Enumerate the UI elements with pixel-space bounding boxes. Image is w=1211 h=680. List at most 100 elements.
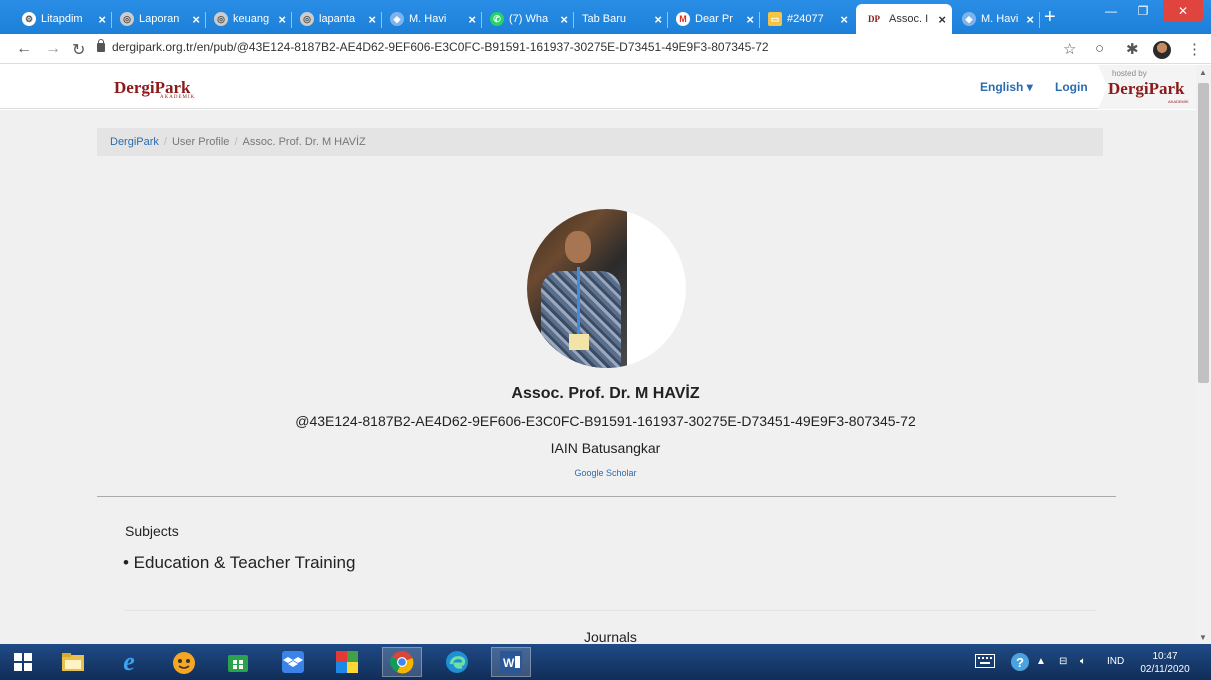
close-tab-icon[interactable]: × [560,12,568,27]
tab-title: lapanta [319,13,356,25]
hosted-logo-subtext: AKADEMİK [1168,99,1189,104]
chrome-icon[interactable] [382,647,422,677]
svg-text:?: ? [1016,655,1024,670]
system-clock[interactable]: 10:47 02/11/2020 [1136,650,1194,676]
login-link[interactable]: Login [1055,80,1088,94]
page-scrollbar[interactable]: ▲ ▼ [1196,65,1211,644]
divider [125,610,1097,611]
forward-arrow-icon[interactable]: → [45,40,61,58]
windows-taskbar: e W ? ▲ ⊟ 🔈︎ IND 10:47 02/11/2020 [0,644,1211,680]
help-icon[interactable]: ? [1010,652,1030,675]
profile-name: Assoc. Prof. Dr. M HAVİZ [511,385,700,402]
browser-tab[interactable]: ✆ (7) Wha × [482,4,574,34]
close-tab-icon[interactable]: × [192,12,200,27]
hosted-by-text: hosted by [1112,69,1147,78]
browser-tab-active[interactable]: DP Assoc. I × [856,4,952,34]
gear-icon: ⚙ [22,12,36,26]
tab-title: M. Havi [981,13,1019,25]
extension-circle-icon[interactable]: ○ [1095,40,1104,57]
close-tab-icon[interactable]: × [840,12,848,27]
breadcrumb: DergiPark / User Profile / Assoc. Prof. … [97,128,1103,156]
breadcrumb-separator: / [234,136,238,148]
colorful-app-icon[interactable] [327,647,367,677]
profile-handle: @43E124-8187B2-AE4D62-9EF606-E3C0FC-B915… [295,413,916,429]
gmail-icon: M [676,12,690,26]
dropbox-icon[interactable] [273,647,313,677]
minimize-button[interactable]: — [1095,0,1127,22]
extensions-puzzle-icon[interactable]: ✱ [1126,40,1139,58]
hosted-logo-text: DergiPark [1108,79,1185,98]
show-hidden-icons-icon[interactable]: ▲ [1036,656,1046,667]
tab-title: Tab Baru [582,13,627,25]
browser-tab-strip: ⚙ Litapdim × ◎ Laporan × ◎ keuang × ◎ la… [0,0,1211,34]
close-tab-icon[interactable]: × [98,12,106,27]
tab-title: #24077 [787,13,824,25]
windows-start-icon[interactable] [3,647,43,677]
restore-button[interactable]: ❐ [1127,0,1159,22]
reload-icon[interactable]: ↻ [72,40,85,60]
dergipark-logo[interactable]: DergiPark AKADEMİK [114,78,194,100]
tab-title: Assoc. I [889,13,929,25]
app-face-icon[interactable] [164,647,204,677]
profile-photo [527,209,686,368]
divider [97,496,1116,497]
subject-item: • Education & Teacher Training [123,553,356,572]
scroll-down-arrow-icon[interactable]: ▼ [1199,633,1207,642]
store-icon[interactable] [218,647,258,677]
back-arrow-icon[interactable]: ← [16,40,32,58]
breadcrumb-profile[interactable]: User Profile [172,136,229,148]
logo-subtext: AKADEMİK [160,95,196,100]
bookmark-star-icon[interactable]: ☆ [1063,40,1076,58]
internet-explorer-icon[interactable]: e [109,647,149,677]
edge-icon[interactable] [437,647,477,677]
keyboard-icon[interactable] [975,654,995,671]
clock-time: 10:47 [1152,651,1178,662]
close-tab-icon[interactable]: × [368,12,376,27]
close-tab-icon[interactable]: × [468,12,476,27]
tab-title: (7) Wha [509,13,549,25]
close-tab-icon[interactable]: × [746,12,754,27]
close-tab-icon[interactable]: × [938,12,946,27]
new-tab-button[interactable]: + [1044,7,1056,27]
subjects-heading: Subjects [125,523,179,539]
lock-icon [97,39,105,52]
scholar-icon: ◆ [390,12,404,26]
hosted-by-badge[interactable]: hosted by DergiPark AKADEMİK [1098,65,1196,109]
address-bar[interactable]: dergipark.org.tr/en/pub/@43E124-8187B2-A… [112,40,769,54]
close-tab-icon[interactable]: × [278,12,286,27]
browser-tab[interactable]: ◆ M. Havi × [382,4,482,34]
window-close-button[interactable]: ✕ [1163,0,1203,22]
menu-kebab-icon[interactable]: ⋮ [1187,40,1202,58]
scrollbar-thumb[interactable] [1198,83,1209,383]
language-dropdown[interactable]: English ▾ [980,80,1033,94]
site-header: DergiPark AKADEMİK English ▾ Login hoste… [0,65,1196,109]
dergipark-icon: DP [868,14,880,24]
breadcrumb-separator: / [163,136,167,148]
whatsapp-icon: ✆ [490,12,504,26]
browser-toolbar: ← → ↻ dergipark.org.tr/en/pub/@43E124-81… [0,34,1211,64]
input-language[interactable]: IND [1107,656,1124,667]
journals-heading: Journals [584,629,637,645]
file-explorer-icon[interactable] [53,647,93,677]
close-tab-icon[interactable]: × [654,12,662,27]
browser-tab[interactable]: M Dear Pr × [668,4,760,34]
browser-tab[interactable]: ◆ M. Havi × [954,4,1040,34]
profile-avatar[interactable] [1153,41,1171,59]
volume-icon[interactable]: 🔈︎ [1080,656,1086,667]
tab-title: keuang [233,13,270,25]
browser-tab[interactable]: Tab Baru × [574,4,668,34]
browser-tab[interactable]: ◎ lapanta × [292,4,382,34]
word-icon[interactable]: W [491,647,531,677]
browser-tab[interactable]: ◎ Laporan × [112,4,206,34]
scroll-up-arrow-icon[interactable]: ▲ [1199,68,1207,77]
profile-institution: IAIN Batusangkar [550,440,661,456]
browser-tab[interactable]: ⚙ Litapdim × [14,4,112,34]
tab-title: Dear Pr [695,13,733,25]
breadcrumb-home[interactable]: DergiPark [110,136,159,148]
close-tab-icon[interactable]: × [1026,12,1034,27]
network-icon[interactable]: ⊟ [1059,656,1067,667]
google-scholar-link[interactable]: Google Scholar [574,468,636,478]
scholar-icon: ◆ [962,12,976,26]
browser-tab[interactable]: ▭ #24077 × [760,4,854,34]
browser-tab[interactable]: ◎ keuang × [206,4,292,34]
